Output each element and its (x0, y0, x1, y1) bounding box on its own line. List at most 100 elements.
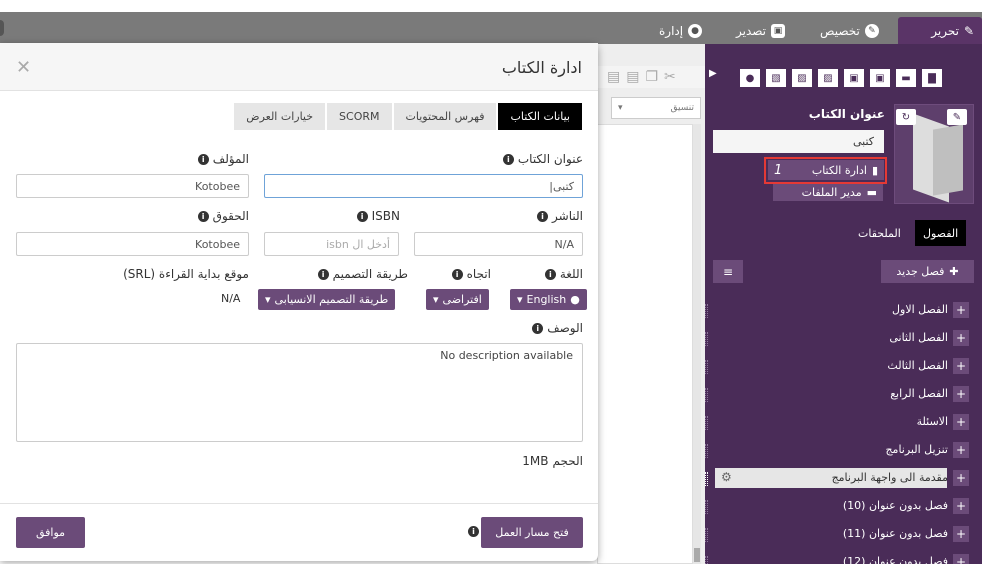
step-marker: 1 (774, 162, 783, 178)
tab-view-options[interactable]: خيارات العرض (234, 103, 326, 130)
drag-handle[interactable] (705, 304, 708, 318)
isbn-label: ISBN i (356, 209, 400, 223)
new-file-icon[interactable]: ▇ (922, 69, 942, 87)
description-textarea[interactable]: No description available (16, 343, 583, 442)
tab-manage[interactable]: ● إدارة (651, 17, 710, 44)
play-icon[interactable]: ▶ (709, 68, 717, 79)
tab-scorm[interactable]: SCORM (327, 103, 392, 130)
caret-down-icon: ▾ (517, 293, 523, 306)
rights-input[interactable]: Kotobee (16, 232, 249, 256)
info-icon[interactable]: i (544, 268, 556, 280)
chapter-item[interactable]: فصل بدون عنوان (10) + (705, 494, 982, 522)
drag-handle[interactable] (705, 388, 708, 402)
info-icon[interactable]: i (197, 153, 209, 165)
info-icon[interactable]: i (451, 268, 463, 280)
info-icon[interactable]: i (197, 210, 209, 222)
add-icon[interactable]: + (953, 498, 969, 514)
close-icon[interactable]: ✕ (16, 57, 31, 78)
drag-handle[interactable] (705, 416, 708, 430)
manage-book-dialog: ادارة الكتاب ✕ بيانات الكتاب فهرس المحتو… (0, 43, 598, 561)
manage-book-button[interactable]: ▮ ادارة الكتاب 1 (768, 160, 884, 180)
drag-handle[interactable] (705, 360, 708, 374)
chapter-item-selected[interactable]: ⚙ مقدمة الى واجهة البرنامج + (705, 466, 982, 494)
design-dropdown[interactable]: طريقة التصميم الانسيابى ▾ (258, 289, 396, 310)
chapter-item[interactable]: الفصل الثانى + (705, 326, 982, 354)
info-icon[interactable]: i (468, 526, 479, 537)
dialog-header: ادارة الكتاب ✕ (0, 43, 598, 91)
gear-icon[interactable]: ⚙ (721, 470, 732, 484)
book-title-input[interactable]: كتبى (713, 130, 884, 153)
reset-cover-icon[interactable]: ↻ (896, 109, 916, 125)
info-icon[interactable]: i (502, 153, 514, 165)
add-icon[interactable]: + (953, 330, 969, 346)
add-icon[interactable]: + (953, 358, 969, 374)
open-folder-icon[interactable]: ▬ (896, 69, 916, 87)
format-select[interactable]: تنسيق ▾ (611, 97, 701, 119)
tab-edit[interactable]: ✎ تحرير (898, 17, 982, 44)
chapter-item[interactable]: الاسئلة + (705, 410, 982, 438)
save-icon[interactable]: ▣ (870, 69, 890, 87)
info-icon[interactable]: i (317, 268, 329, 280)
edit-cover-icon[interactable]: ✎ (947, 109, 967, 125)
book-cover[interactable]: ✎ ↻ (894, 104, 974, 204)
add-icon[interactable]: + (953, 386, 969, 402)
info-icon[interactable]: i (537, 210, 549, 222)
drag-handle[interactable] (705, 500, 708, 514)
chapter-item[interactable]: تنزيل البرنامج + (705, 438, 982, 466)
drag-handle[interactable] (705, 472, 708, 486)
cut-icon[interactable]: ✂ (664, 69, 676, 85)
publisher-input[interactable]: N/A (414, 232, 583, 256)
open-workspace-button[interactable]: فتح مسار العمل (481, 517, 583, 548)
menu-icon[interactable]: ≡ (713, 260, 743, 283)
right-panel: ▶ ▇ ▬ ▣ ▣ ▨ ▨ ▧ ● ✎ ↻ عنوان الكتاب كتبى … (705, 44, 982, 564)
info-icon[interactable]: i (532, 322, 544, 334)
add-icon[interactable]: + (953, 414, 969, 430)
paste-text-icon[interactable]: ▤ (626, 69, 639, 85)
drag-handle[interactable] (705, 556, 708, 564)
chapter-item[interactable]: فصل بدون عنوان (12) + (705, 550, 982, 564)
add-icon[interactable]: + (953, 302, 969, 318)
scroll-thumb[interactable] (694, 548, 700, 562)
language-label: اللغة i (544, 267, 583, 281)
tab-chapters[interactable]: الفصول (915, 220, 967, 246)
description-label: الوصف i (532, 321, 583, 335)
globe-icon[interactable]: ● (740, 69, 760, 87)
editor-scrollbar[interactable] (693, 124, 701, 564)
editor-page[interactable] (597, 124, 693, 564)
save-as-icon[interactable]: ▣ (844, 69, 864, 87)
drag-handle[interactable] (705, 528, 708, 542)
chapter-item[interactable]: فصل بدون عنوان (11) + (705, 522, 982, 550)
tab-export[interactable]: ▣ تصدير (728, 17, 793, 44)
book-title-input[interactable]: كتبى | (264, 174, 583, 198)
add-icon[interactable]: + (953, 470, 969, 486)
export-file-icon[interactable]: ▨ (792, 69, 812, 87)
chapter-item[interactable]: الفصل الثالث + (705, 354, 982, 382)
copy-icon[interactable]: ❐ (645, 69, 658, 85)
chapter-item[interactable]: الفصل الرابع + (705, 382, 982, 410)
drag-handle[interactable] (705, 332, 708, 346)
drag-handle[interactable] (705, 444, 708, 458)
file-manager-button[interactable]: ▬ مدير الملفات (773, 184, 883, 201)
direction-label: اتجاه i (451, 267, 491, 281)
direction-dropdown[interactable]: افتراضى ▾ (426, 289, 489, 310)
add-icon[interactable]: + (953, 526, 969, 542)
isbn-input[interactable]: أدخل ال isbn (264, 232, 399, 256)
chapter-item[interactable]: الفصل الاول + (705, 298, 982, 326)
new-chapter-button[interactable]: ✚ فصل جديد (881, 260, 974, 283)
pdf-icon[interactable]: ▨ (818, 69, 838, 87)
document-icon[interactable]: ▧ (766, 69, 786, 87)
tab-customize[interactable]: ✎ تخصيص (812, 17, 887, 44)
info-icon[interactable]: i (356, 210, 368, 222)
book-title-field-label: عنوان الكتاب i (502, 152, 583, 166)
size-row: الحجم 1MB (522, 454, 583, 468)
language-dropdown[interactable]: ● English ▾ (510, 289, 587, 310)
add-icon[interactable]: + (953, 554, 969, 564)
paste-icon[interactable]: ▤ (607, 69, 620, 85)
author-input[interactable]: Kotobee (16, 174, 249, 198)
tab-toc[interactable]: فهرس المحتويات (393, 103, 497, 130)
ok-button[interactable]: موافق (16, 517, 85, 548)
tab-attachments[interactable]: الملحقات (850, 220, 909, 246)
add-icon[interactable]: + (953, 442, 969, 458)
user-icon: ● (688, 23, 703, 38)
tab-book-data[interactable]: بيانات الكتاب (498, 103, 582, 130)
